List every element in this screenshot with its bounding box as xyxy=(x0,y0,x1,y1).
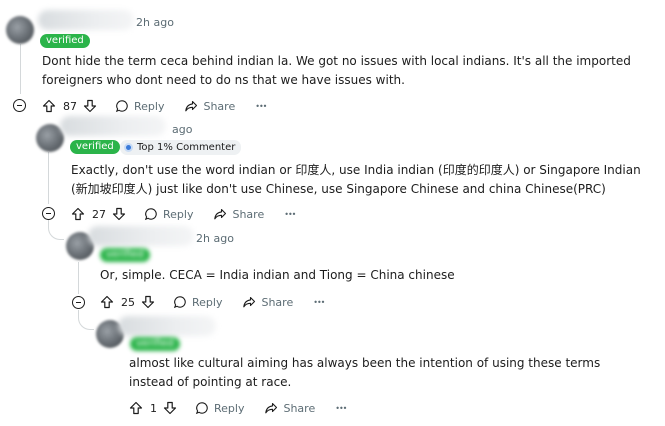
comment-text: Or, simple. CECA = India indian and Tion… xyxy=(100,268,455,282)
timestamp: ago xyxy=(172,123,193,136)
vote-count: 1 xyxy=(150,401,157,415)
username-redacted xyxy=(118,316,216,336)
verified-badge: verified xyxy=(100,248,150,262)
reply-button[interactable]: Reply xyxy=(173,295,222,309)
username-redacted xyxy=(88,226,194,246)
avatar[interactable] xyxy=(6,16,34,44)
verified-badge: verified xyxy=(70,140,120,154)
verified-badge: verified xyxy=(130,337,180,351)
downvote-button[interactable] xyxy=(83,99,97,113)
downvote-icon xyxy=(141,295,155,309)
comment-text: Exactly, don't use the word indian or 印度… xyxy=(71,163,641,196)
reply-button[interactable]: Reply xyxy=(115,99,164,113)
flair-label: Top 1% Commenter xyxy=(137,142,236,153)
share-arrow-icon xyxy=(265,402,278,414)
upvote-icon xyxy=(71,207,85,221)
vote-count: 87 xyxy=(63,99,77,113)
reply-button[interactable]: Reply xyxy=(144,207,193,221)
reply-button[interactable]: Reply xyxy=(195,401,244,415)
more-dots-icon[interactable]: ••• xyxy=(313,298,325,307)
collapse-icon[interactable] xyxy=(42,207,55,220)
username-redacted xyxy=(38,10,134,30)
comment-text: almost like cultural aiming has always b… xyxy=(129,356,601,389)
collapse-icon[interactable] xyxy=(72,296,85,309)
comment-text: Dont hide the term ceca behind indian la… xyxy=(42,54,631,87)
commenter-flair: Top 1% Commenter xyxy=(120,140,242,155)
share-button[interactable]: Share xyxy=(242,295,293,309)
upvote-icon xyxy=(129,401,143,415)
reply-bubble-icon xyxy=(115,100,128,113)
comment-actions: 25 Reply Share ••• xyxy=(100,292,325,312)
reply-label: Reply xyxy=(214,401,245,415)
reply-label: Reply xyxy=(192,295,223,309)
reply-bubble-icon xyxy=(195,402,208,415)
thread-connector xyxy=(48,220,64,240)
downvote-icon xyxy=(163,401,177,415)
upvote-button[interactable] xyxy=(129,401,143,415)
reply-label: Reply xyxy=(134,99,165,113)
share-label: Share xyxy=(283,401,316,415)
upvote-button[interactable] xyxy=(100,295,114,309)
upvote-button[interactable] xyxy=(42,99,56,113)
downvote-icon xyxy=(112,207,126,221)
upvote-icon xyxy=(42,99,56,113)
share-label: Share xyxy=(203,99,236,113)
timestamp: 2h ago xyxy=(136,16,174,29)
timestamp: 2h ago xyxy=(196,232,234,245)
comment-actions: 1 Reply Share ••• xyxy=(129,398,347,418)
upvote-button[interactable] xyxy=(71,207,85,221)
more-dots-icon[interactable]: ••• xyxy=(335,404,347,413)
username-redacted xyxy=(60,116,166,136)
comment-actions: 87 Reply Share ••• xyxy=(42,96,267,116)
vote-count: 25 xyxy=(121,295,135,309)
downvote-button[interactable] xyxy=(163,401,177,415)
thread-line xyxy=(78,262,79,294)
share-button[interactable]: Share xyxy=(213,207,264,221)
reply-label: Reply xyxy=(163,207,194,221)
more-dots-icon[interactable]: ••• xyxy=(284,210,296,219)
share-label: Share xyxy=(261,295,294,309)
vote-count: 27 xyxy=(92,207,106,221)
commenter-award-icon xyxy=(124,143,133,152)
downvote-button[interactable] xyxy=(141,295,155,309)
reply-bubble-icon xyxy=(173,296,186,309)
share-label: Share xyxy=(232,207,265,221)
thread-connector xyxy=(78,310,94,330)
comment-actions: 27 Reply Share ••• xyxy=(71,204,296,224)
verified-badge: verified xyxy=(40,34,90,48)
share-button[interactable]: Share xyxy=(184,99,235,113)
downvote-button[interactable] xyxy=(112,207,126,221)
share-arrow-icon xyxy=(214,208,227,220)
collapse-icon[interactable] xyxy=(13,99,26,112)
thread-line xyxy=(48,152,49,204)
share-arrow-icon xyxy=(185,100,198,112)
more-dots-icon[interactable]: ••• xyxy=(255,102,267,111)
reply-bubble-icon xyxy=(144,208,157,221)
share-arrow-icon xyxy=(243,296,256,308)
share-button[interactable]: Share xyxy=(264,401,315,415)
thread-line xyxy=(20,44,21,94)
downvote-icon xyxy=(83,99,97,113)
upvote-icon xyxy=(100,295,114,309)
